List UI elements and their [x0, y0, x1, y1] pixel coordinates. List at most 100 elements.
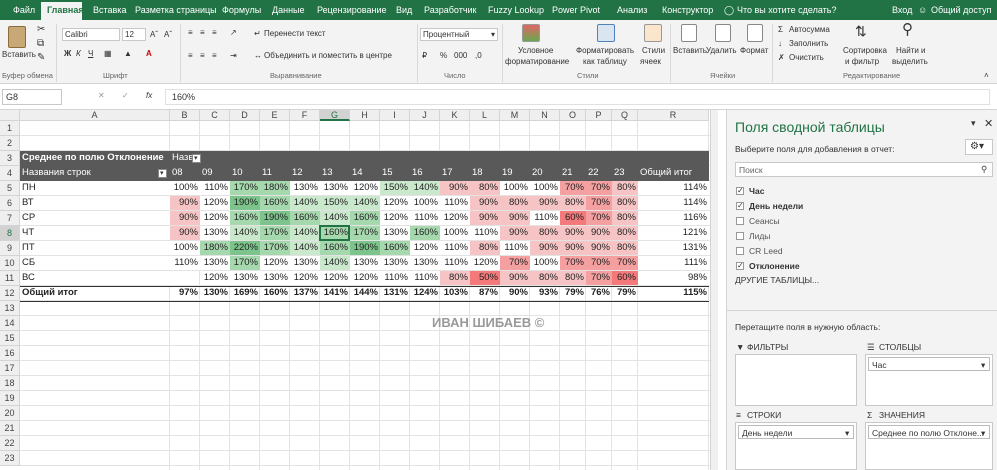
row-header-14[interactable]: 14	[0, 316, 20, 331]
pivot-row-label[interactable]: ПН	[20, 181, 170, 195]
format-as-table-button[interactable]: Форматировать	[576, 46, 634, 56]
pivot-cell[interactable]: 170%	[350, 226, 380, 240]
pivot-cell[interactable]: 90%	[170, 196, 200, 210]
pivot-cell[interactable]: 90%	[470, 211, 500, 225]
filters-area[interactable]	[735, 354, 857, 406]
pivot-cell[interactable]: 160%	[320, 241, 350, 255]
insert-function-button[interactable]: fx	[146, 91, 152, 101]
tab-design[interactable]: Конструктор	[662, 0, 713, 20]
row-header-8[interactable]: 8	[0, 226, 20, 241]
pivot-cell[interactable]: 120%	[200, 211, 230, 225]
pivot-cell[interactable]: 110%	[410, 211, 440, 225]
column-header-c[interactable]: C	[200, 110, 230, 121]
grand-total-cell[interactable]: 130%	[200, 286, 230, 300]
pivot-cell[interactable]: 150%	[320, 196, 350, 210]
pivot-cell[interactable]: 160%	[380, 241, 410, 255]
row-header-12[interactable]: 12	[0, 286, 20, 301]
pivot-cell[interactable]: 150%	[380, 181, 410, 195]
align-top-icon[interactable]: ≡	[188, 28, 193, 38]
grand-total-cell[interactable]: 76%	[586, 286, 612, 300]
align-right-icon[interactable]: ≡	[212, 51, 217, 61]
pivot-cell[interactable]: 130%	[320, 181, 350, 195]
italic-icon[interactable]: К	[76, 49, 81, 59]
pivot-cell[interactable]: 130%	[410, 256, 440, 270]
row-header-2[interactable]: 2	[0, 136, 20, 151]
pivot-column-header[interactable]: 16	[410, 166, 440, 180]
pivot-cell[interactable]: 100%	[530, 181, 560, 195]
pivot-cell[interactable]: 140%	[230, 226, 260, 240]
font-color-icon[interactable]: A	[146, 49, 152, 59]
autosum-icon[interactable]: Σ	[778, 25, 783, 35]
field-checkbox[interactable]	[736, 232, 744, 240]
grand-total-cell[interactable]: 124%	[410, 286, 440, 300]
pivot-cell[interactable]: 90%	[170, 211, 200, 225]
collapse-ribbon-icon[interactable]: ˄	[984, 71, 989, 81]
tab-formulas[interactable]: Формулы	[222, 0, 261, 20]
pivot-cell[interactable]: 80%	[560, 271, 586, 285]
find-select-button[interactable]: Найти и	[896, 46, 926, 56]
pivot-cell[interactable]: 120%	[260, 256, 290, 270]
pivot-cell[interactable]: 70%	[612, 256, 638, 270]
share-button[interactable]: Общий доступ	[931, 0, 991, 20]
pivot-row-label[interactable]: ВС	[20, 271, 170, 285]
row-header-11[interactable]: 11	[0, 271, 20, 286]
grand-total-cell[interactable]: 141%	[320, 286, 350, 300]
pivot-cell[interactable]: 100%	[440, 226, 470, 240]
grand-total-cell[interactable]: 87%	[470, 286, 500, 300]
pivot-row-total[interactable]: 114%	[638, 181, 709, 195]
pivot-cell[interactable]: 100%	[500, 181, 530, 195]
row-header-7[interactable]: 7	[0, 211, 20, 226]
row-header-15[interactable]: 15	[0, 331, 20, 346]
sort-filter-icon[interactable]: ⇅	[855, 24, 867, 38]
align-bottom-icon[interactable]: ≡	[212, 28, 217, 38]
pivot-cell[interactable]: 80%	[612, 241, 638, 255]
pivot-cell[interactable]: 90%	[170, 226, 200, 240]
column-header-k[interactable]: K	[440, 110, 470, 121]
cancel-icon[interactable]: ✕	[98, 91, 105, 101]
pivot-cell[interactable]: 90%	[586, 241, 612, 255]
sort-filter-button[interactable]: Сортировка	[843, 46, 887, 56]
pivot-cell[interactable]: 160%	[350, 211, 380, 225]
pivot-value-title[interactable]: Среднее по полю Отклонение	[20, 151, 170, 165]
comma-icon[interactable]: 000	[454, 51, 467, 61]
pivot-cell[interactable]: 80%	[612, 181, 638, 195]
row-header-19[interactable]: 19	[0, 391, 20, 406]
pivot-row-label[interactable]: ПТ	[20, 241, 170, 255]
row-header-23[interactable]: 23	[0, 451, 20, 466]
percent-icon[interactable]: %	[440, 51, 447, 61]
clear-icon[interactable]: ✗	[778, 53, 785, 63]
increase-font-icon[interactable]: Aˆ	[150, 30, 158, 40]
pivot-cell[interactable]: 110%	[410, 271, 440, 285]
grand-total-cell[interactable]: 137%	[290, 286, 320, 300]
pivot-cell[interactable]: 90%	[586, 226, 612, 240]
pivot-cell[interactable]: 70%	[500, 256, 530, 270]
field-search-input[interactable]: Поиск ⚲	[735, 162, 993, 177]
row-header-4[interactable]: 4	[0, 166, 20, 181]
pivot-cell[interactable]: 70%	[586, 256, 612, 270]
wrap-text-icon[interactable]: ↵	[254, 29, 261, 39]
pivot-cell[interactable]: 160%	[410, 226, 440, 240]
row-header-16[interactable]: 16	[0, 346, 20, 361]
pivot-column-header[interactable]: 10	[230, 166, 260, 180]
pivot-cell[interactable]: 120%	[380, 196, 410, 210]
close-icon[interactable]: ✕	[984, 117, 993, 130]
field-checkbox[interactable]	[736, 247, 744, 255]
pivot-cell[interactable]: 90%	[500, 211, 530, 225]
column-header-h[interactable]: H	[350, 110, 380, 121]
format-cells-icon[interactable]	[747, 24, 763, 42]
tab-home[interactable]: Главная	[47, 0, 84, 20]
pivot-cell[interactable]: 160%	[290, 211, 320, 225]
borders-icon[interactable]: ▦	[104, 49, 112, 59]
tab-fuzzy-lookup[interactable]: Fuzzy Lookup	[488, 0, 544, 20]
pivot-column-header[interactable]: 21	[560, 166, 586, 180]
tab-data[interactable]: Данные	[272, 0, 305, 20]
values-field-chip[interactable]: Среднее по полю Отклоне... ▾	[868, 425, 990, 439]
font-name-select[interactable]: Calibri	[62, 28, 120, 41]
pivot-cell[interactable]: 80%	[612, 211, 638, 225]
rows-area[interactable]: День недели ▾	[735, 422, 857, 470]
pivot-cell[interactable]: 160%	[260, 196, 290, 210]
underline-icon[interactable]: Ч	[88, 49, 93, 59]
row-header-6[interactable]: 6	[0, 196, 20, 211]
pivot-cell[interactable]: 120%	[200, 271, 230, 285]
insert-button[interactable]: Вставить	[673, 46, 707, 56]
